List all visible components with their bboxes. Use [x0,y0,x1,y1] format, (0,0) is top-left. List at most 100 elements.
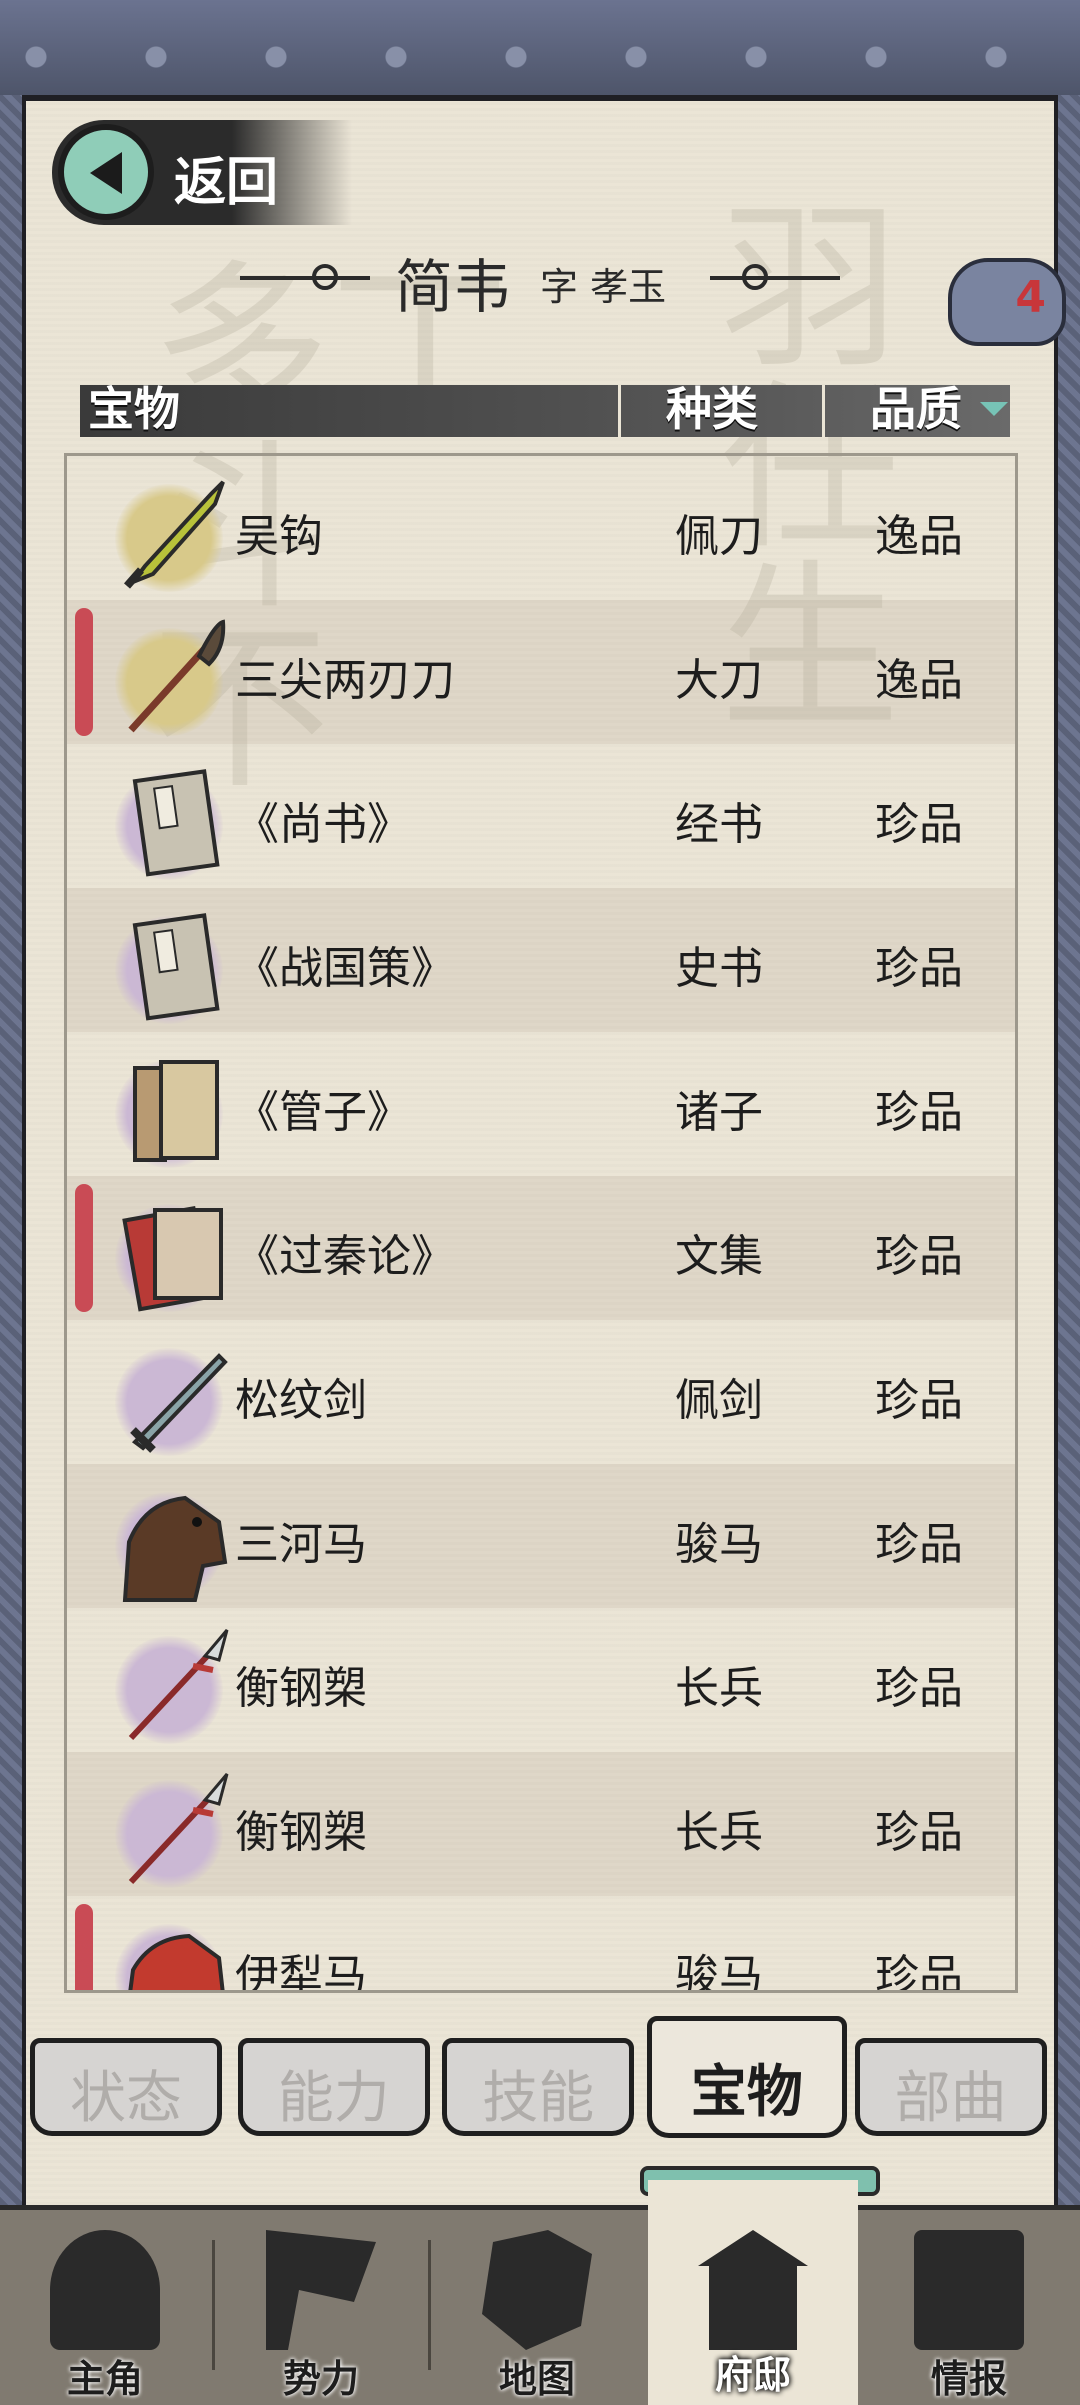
spear-icon [115,1626,235,1746]
nav-item-1[interactable]: 势力 [216,2210,426,2405]
item-quality: 珍品 [875,1519,963,1570]
book-icon [115,762,235,882]
scroll-icon [914,2230,1024,2350]
table-row[interactable]: 《尚书》 经书 珍品 [67,744,1015,888]
column-quality[interactable]: 品质 [870,373,962,439]
courtesy-name: 字 孝玉 [540,265,667,309]
tab-4[interactable]: 部曲 [854,2038,1047,2136]
cloud-badge[interactable]: 4 [948,258,1066,346]
item-name: 《过秦论》 [235,1231,455,1282]
right-ornament-icon [710,276,840,280]
item-name: 《战国策》 [235,943,455,994]
nav-item-2[interactable]: 地图 [432,2210,642,2405]
item-kind: 长兵 [675,1807,763,1858]
spear-icon [115,1770,235,1890]
item-kind: 佩剑 [675,1375,763,1426]
new-item-marker [75,1184,93,1312]
books-icon [115,1050,235,1170]
item-quality: 逸品 [875,511,963,562]
sort-down-icon[interactable] [980,402,1008,416]
item-name: 衡钢槊 [235,1807,367,1858]
item-name: 《管子》 [235,1087,411,1138]
tab-label: 技能 [482,2066,595,2131]
new-item-marker [75,1904,93,1990]
nav-label: 主角 [66,2357,143,2401]
item-kind: 佩刀 [675,511,763,562]
left-knot-icon [312,264,338,290]
tab-label: 状态 [70,2066,182,2131]
nav-divider [428,2240,431,2370]
tab-1[interactable]: 能力 [237,2038,430,2136]
red-horse-icon [115,1914,235,1990]
back-label: 返回 [174,153,279,213]
column-item: 宝物 [88,382,180,436]
red-books-icon [115,1194,235,1314]
table-row[interactable]: 吴钩 佩刀 逸品 [67,456,1015,600]
item-name: 三尖两刃刀 [235,655,455,706]
table-row[interactable]: 《过秦论》 文集 珍品 [67,1176,1015,1320]
tab-label: 宝物 [690,2060,803,2125]
glaive-icon [115,618,235,738]
flag-icon [266,2230,376,2350]
item-name: 松纹剑 [235,1375,367,1426]
item-kind: 史书 [675,943,763,994]
item-quality: 珍品 [875,1807,963,1858]
nav-label: 府邸 [714,2353,791,2397]
item-kind: 文集 [675,1231,763,1282]
nav-item-4[interactable]: 情报 [864,2210,1074,2405]
table-header: 宝物 种类 品质 [80,382,1010,437]
column-kind[interactable]: 种类 [666,373,758,439]
header-divider [618,385,621,437]
character-name: 简韦 [395,253,512,321]
book-icon [115,906,235,1026]
item-name: 吴钩 [235,511,323,562]
item-name: 衡钢槊 [235,1663,367,1714]
item-quality: 珍品 [875,1231,963,1282]
item-quality: 珍品 [875,799,963,850]
item-quality: 珍品 [875,943,963,994]
top-decorative-frame [0,0,1080,101]
nav-item-0[interactable]: 主角 [0,2210,210,2405]
right-decorative-border [1054,95,1080,2205]
table-row[interactable]: 三尖两刃刀 大刀 逸品 [67,600,1015,744]
item-name: 伊犁马 [235,1951,367,1993]
tab-bar: 状态 能力 技能 宝物 部曲 [30,2016,1050,2138]
map-icon [482,2230,592,2350]
table-row[interactable]: 伊犁马 骏马 珍品 [67,1896,1015,1993]
tab-2[interactable]: 技能 [442,2038,635,2136]
item-name: 《尚书》 [235,799,411,850]
sword-icon [115,1338,235,1458]
item-kind: 经书 [675,799,763,850]
table-row[interactable]: 《战国策》 史书 珍品 [67,888,1015,1032]
tab-3[interactable]: 宝物 [646,2016,847,2138]
table-row[interactable]: 三河马 骏马 珍品 [67,1464,1015,1608]
table-row[interactable]: 衡钢槊 长兵 珍品 [67,1752,1015,1896]
back-arrow-icon [58,124,154,220]
item-quality: 逸品 [875,655,963,706]
table-row[interactable]: 松纹剑 佩剑 珍品 [67,1320,1015,1464]
blade-icon [115,474,235,594]
item-quality: 珍品 [875,1951,963,1993]
table-row[interactable]: 衡钢槊 长兵 珍品 [67,1608,1015,1752]
tab-0[interactable]: 状态 [30,2038,222,2136]
left-ornament-icon [240,276,370,280]
nav-item-3[interactable]: 府邸 [648,2180,858,2405]
tab-label: 能力 [277,2066,390,2131]
left-decorative-border [0,95,26,2205]
table-row[interactable]: 《管子》 诸子 珍品 [67,1032,1015,1176]
horse-icon [115,1482,235,1602]
bottom-navigation: 主角 势力 地图 府邸 情报 [0,2180,1080,2405]
treasure-list[interactable]: 吴钩 佩刀 逸品 三尖两刃刀 大刀 逸品 《尚书》 经书 珍品 《战国策》 史书 珍品 《管子》 诸子 珍品… [64,453,1018,1993]
badge-count: 4 [1015,272,1046,323]
item-quality: 珍品 [875,1663,963,1714]
back-button[interactable]: 返回 [52,120,352,225]
mansion-icon [698,2230,808,2350]
character-name-row: 简韦 字 孝玉 [240,230,840,321]
nav-label: 势力 [282,2357,359,2401]
item-kind: 骏马 [675,1519,763,1570]
item-kind: 骏马 [675,1951,763,1993]
item-quality: 珍品 [875,1375,963,1426]
item-quality: 珍品 [875,1087,963,1138]
item-name: 三河马 [235,1519,367,1570]
item-kind: 诸子 [675,1087,763,1138]
